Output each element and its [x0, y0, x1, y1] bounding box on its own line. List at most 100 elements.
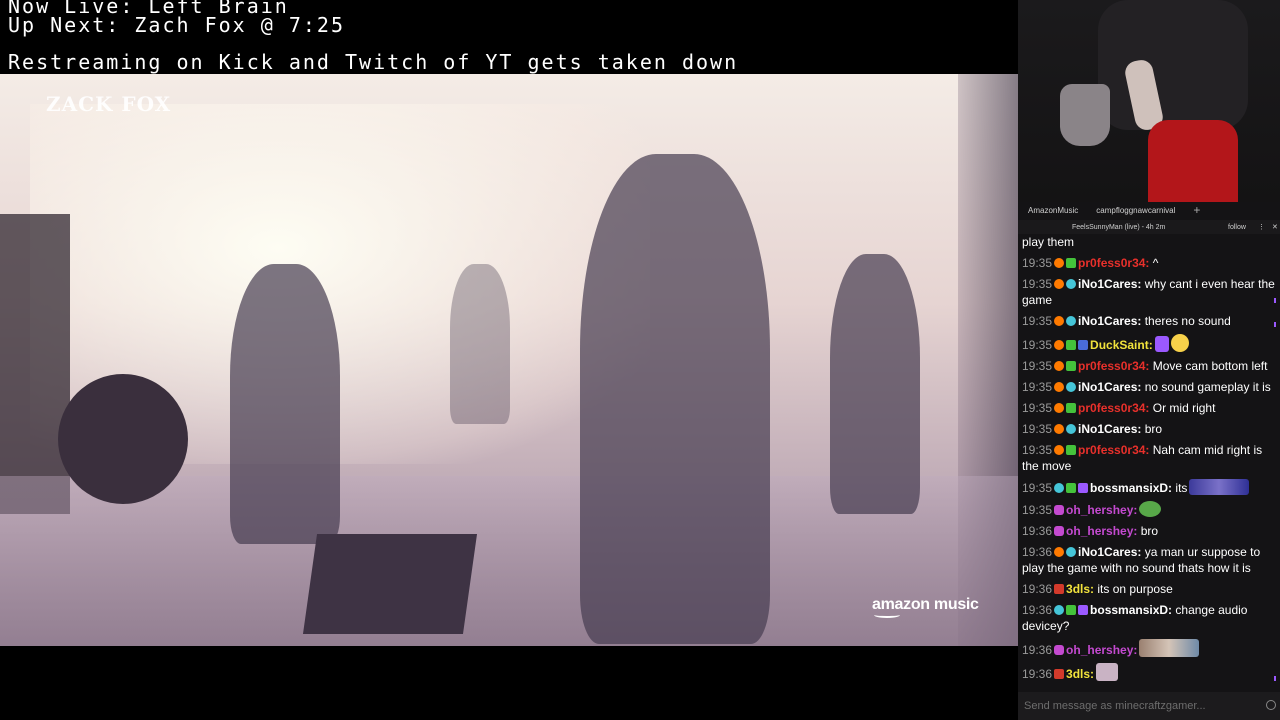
chat-message: 19:35 pr0fess0r34: Move cam bottom left: [1022, 358, 1276, 374]
red-badge-icon[interactable]: [1054, 584, 1065, 594]
leaf-badge-icon[interactable]: [1066, 403, 1077, 413]
dj-figure: [230, 264, 340, 544]
message-text: Or mid right: [1149, 401, 1216, 415]
follow-button[interactable]: follow: [1228, 224, 1246, 231]
message-username[interactable]: iNo1Cares:: [1078, 422, 1141, 436]
blue-badge-icon[interactable]: [1078, 340, 1089, 350]
snow-badge-icon[interactable]: [1066, 382, 1077, 392]
message-username[interactable]: oh_hershey:: [1066, 524, 1137, 538]
sun-badge-icon[interactable]: [1054, 382, 1065, 392]
message-username[interactable]: 3dls:: [1066, 667, 1094, 681]
leaf-badge-icon[interactable]: [1066, 258, 1077, 268]
sub-badge-icon[interactable]: [1078, 605, 1089, 615]
snow-badge-icon[interactable]: [1066, 279, 1077, 289]
more-options-icon[interactable]: ⋮: [1258, 223, 1265, 231]
emote-icon[interactable]: [1139, 501, 1162, 517]
helmet-prop: [1060, 84, 1110, 146]
sun-badge-icon[interactable]: [1054, 547, 1065, 557]
chat-message: 19:35 iNo1Cares: why cant i even hear the…: [1022, 276, 1276, 308]
message-timestamp: 19:36: [1022, 603, 1053, 617]
message-username[interactable]: DuckSaint:: [1090, 338, 1153, 352]
drum-equipment: [58, 374, 188, 504]
leaf-badge-icon[interactable]: [1066, 483, 1077, 493]
emoji-icon[interactable]: [1266, 700, 1276, 710]
sun-badge-icon[interactable]: [1054, 445, 1065, 455]
sun-badge-icon[interactable]: [1054, 340, 1065, 350]
message-username[interactable]: pr0fess0r34:: [1078, 401, 1149, 415]
chat-message: 19:35 DuckSaint:: [1022, 334, 1276, 353]
video-player[interactable]: ZACK FOX amazon music: [0, 74, 1018, 646]
message-username[interactable]: 3dls:: [1066, 582, 1094, 596]
performer-figure: [580, 154, 770, 644]
message-username[interactable]: bossmansixD:: [1090, 481, 1172, 495]
tab-amazonmusic[interactable]: AmazonMusic: [1028, 206, 1078, 215]
leaf-badge-icon[interactable]: [1066, 361, 1077, 371]
message-username[interactable]: iNo1Cares:: [1078, 314, 1141, 328]
message-timestamp: 19:35: [1022, 503, 1053, 517]
message-username[interactable]: iNo1Cares:: [1078, 380, 1141, 394]
chat-messages[interactable]: play them 19:35 pr0fess0r34: ^ 19:35 iNo1Ca…: [1018, 234, 1280, 689]
close-icon[interactable]: ✕: [1272, 223, 1278, 231]
emote-icon[interactable]: [1170, 334, 1189, 352]
message-username[interactable]: oh_hershey:: [1066, 643, 1137, 657]
snow-badge-icon[interactable]: [1066, 547, 1077, 557]
chat-message: 19:35 iNo1Cares: no sound gameplay it is: [1022, 379, 1276, 395]
sun-badge-icon[interactable]: [1054, 424, 1065, 434]
partial-message: play them: [1022, 235, 1075, 249]
chat-message: 19:35 iNo1Cares: bro: [1022, 421, 1276, 437]
chat-input[interactable]: Send message as minecraftzgamer...: [1018, 692, 1280, 720]
message-timestamp: 19:35: [1022, 338, 1053, 352]
sub-badge-icon[interactable]: [1078, 483, 1089, 493]
up-next-text: Up Next: Zach Fox @ 7:25: [8, 13, 345, 37]
message-username[interactable]: iNo1Cares:: [1078, 545, 1141, 559]
snow-badge-icon[interactable]: [1054, 483, 1065, 493]
tab-campfloggnawcarnival[interactable]: campfloggnawcarnival: [1096, 206, 1175, 215]
emote-icon[interactable]: [1096, 663, 1119, 681]
background-figure: [450, 264, 510, 424]
message-username[interactable]: pr0fess0r34:: [1078, 359, 1149, 373]
sun-badge-icon[interactable]: [1054, 361, 1065, 371]
message-username[interactable]: iNo1Cares:: [1078, 277, 1141, 291]
leaf-badge-icon[interactable]: [1066, 445, 1077, 455]
leaf-badge-icon[interactable]: [1066, 340, 1077, 350]
message-username[interactable]: pr0fess0r34:: [1078, 443, 1149, 457]
sun-badge-icon[interactable]: [1054, 403, 1065, 413]
snow-badge-icon[interactable]: [1066, 316, 1077, 326]
chat-message: 19:35 bossmansixD: its: [1022, 479, 1276, 496]
snow-badge-icon[interactable]: [1066, 424, 1077, 434]
message-text: theres no sound: [1141, 314, 1231, 328]
emote-icon[interactable]: [1154, 336, 1169, 352]
message-username[interactable]: pr0fess0r34:: [1078, 256, 1149, 270]
sun-badge-icon[interactable]: [1054, 258, 1065, 268]
mod-badge-icon[interactable]: [1054, 505, 1065, 515]
red-badge-icon[interactable]: [1054, 669, 1065, 679]
add-tab-button[interactable]: +: [1193, 203, 1200, 217]
chat-message: 19:35 pr0fess0r34: Or mid right: [1022, 400, 1276, 416]
mod-badge-icon[interactable]: [1054, 526, 1065, 536]
chat-message: 19:35 oh_hershey:: [1022, 501, 1276, 518]
message-timestamp: 19:35: [1022, 359, 1053, 373]
leaf-badge-icon[interactable]: [1066, 605, 1077, 615]
message-timestamp: 19:35: [1022, 422, 1053, 436]
scroll-marker: [1274, 322, 1276, 327]
message-timestamp: 19:35: [1022, 481, 1053, 495]
chat-message: 19:35 pr0fess0r34: Nah cam mid right is t…: [1022, 442, 1276, 474]
message-username[interactable]: oh_hershey:: [1066, 503, 1137, 517]
sun-badge-icon[interactable]: [1054, 279, 1065, 289]
message-username[interactable]: bossmansixD:: [1090, 603, 1172, 617]
chat-input-placeholder: Send message as minecraftzgamer...: [1024, 700, 1206, 712]
message-timestamp: 19:35: [1022, 277, 1053, 291]
stage-structure: [0, 214, 70, 514]
message-timestamp: 19:35: [1022, 314, 1053, 328]
message-text: its: [1172, 481, 1188, 495]
sun-badge-icon[interactable]: [1054, 316, 1065, 326]
emote-icon[interactable]: [1189, 479, 1250, 495]
chat-message: 19:36 iNo1Cares: ya man ur suppose to pla…: [1022, 544, 1276, 576]
snow-badge-icon[interactable]: [1054, 605, 1065, 615]
message-timestamp: 19:36: [1022, 524, 1053, 538]
message-timestamp: 19:35: [1022, 380, 1053, 394]
speaker-equipment: [302, 534, 478, 634]
message-timestamp: 19:36: [1022, 667, 1053, 681]
emote-icon[interactable]: [1139, 639, 1200, 657]
mod-badge-icon[interactable]: [1054, 645, 1065, 655]
